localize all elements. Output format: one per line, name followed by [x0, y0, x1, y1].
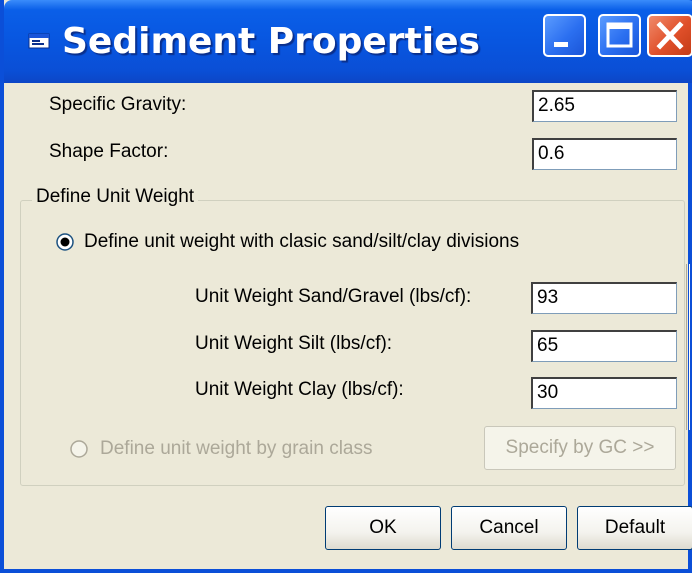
cancel-button[interactable]: Cancel	[451, 506, 567, 550]
ok-button[interactable]: OK	[325, 506, 441, 550]
radio-selected-icon	[56, 233, 74, 251]
unit-weight-group-legend: Define Unit Weight	[32, 186, 199, 208]
minimize-icon	[554, 42, 568, 47]
specify-by-gc-button[interactable]: Specify by GC >>	[484, 426, 676, 470]
default-button[interactable]: Default	[577, 506, 692, 550]
radio-classic-label: Define unit weight with clasic sand/silt…	[84, 231, 520, 252]
maximize-button[interactable]	[598, 14, 641, 57]
shape-factor-input[interactable]: 0.6	[532, 138, 677, 170]
specific-gravity-input[interactable]: 2.65	[532, 90, 677, 122]
minimize-button[interactable]	[543, 14, 586, 57]
close-icon	[656, 21, 684, 50]
clay-label: Unit Weight Clay (lbs/cf):	[195, 379, 404, 400]
sediment-properties-dialog: Sediment Properties Specific Gravity: 2.…	[0, 0, 692, 573]
title-bar[interactable]: Sediment Properties	[4, 0, 692, 83]
silt-label: Unit Weight Silt (lbs/cf):	[195, 333, 393, 354]
close-button[interactable]	[647, 14, 692, 57]
sand-gravel-input[interactable]: 93	[531, 282, 677, 314]
sand-gravel-label: Unit Weight Sand/Gravel (lbs/cf):	[195, 286, 472, 307]
window-title: Sediment Properties	[62, 21, 480, 62]
specific-gravity-label: Specific Gravity:	[49, 94, 187, 115]
shape-factor-label: Shape Factor:	[49, 141, 169, 162]
radio-unselected-icon	[70, 440, 88, 458]
window-app-icon	[28, 33, 50, 49]
radio-grain-class-label: Define unit weight by grain class	[100, 438, 373, 459]
silt-input[interactable]: 65	[531, 330, 677, 362]
clay-input[interactable]: 30	[531, 377, 677, 409]
group-divider	[686, 264, 690, 430]
maximize-icon	[606, 22, 633, 48]
